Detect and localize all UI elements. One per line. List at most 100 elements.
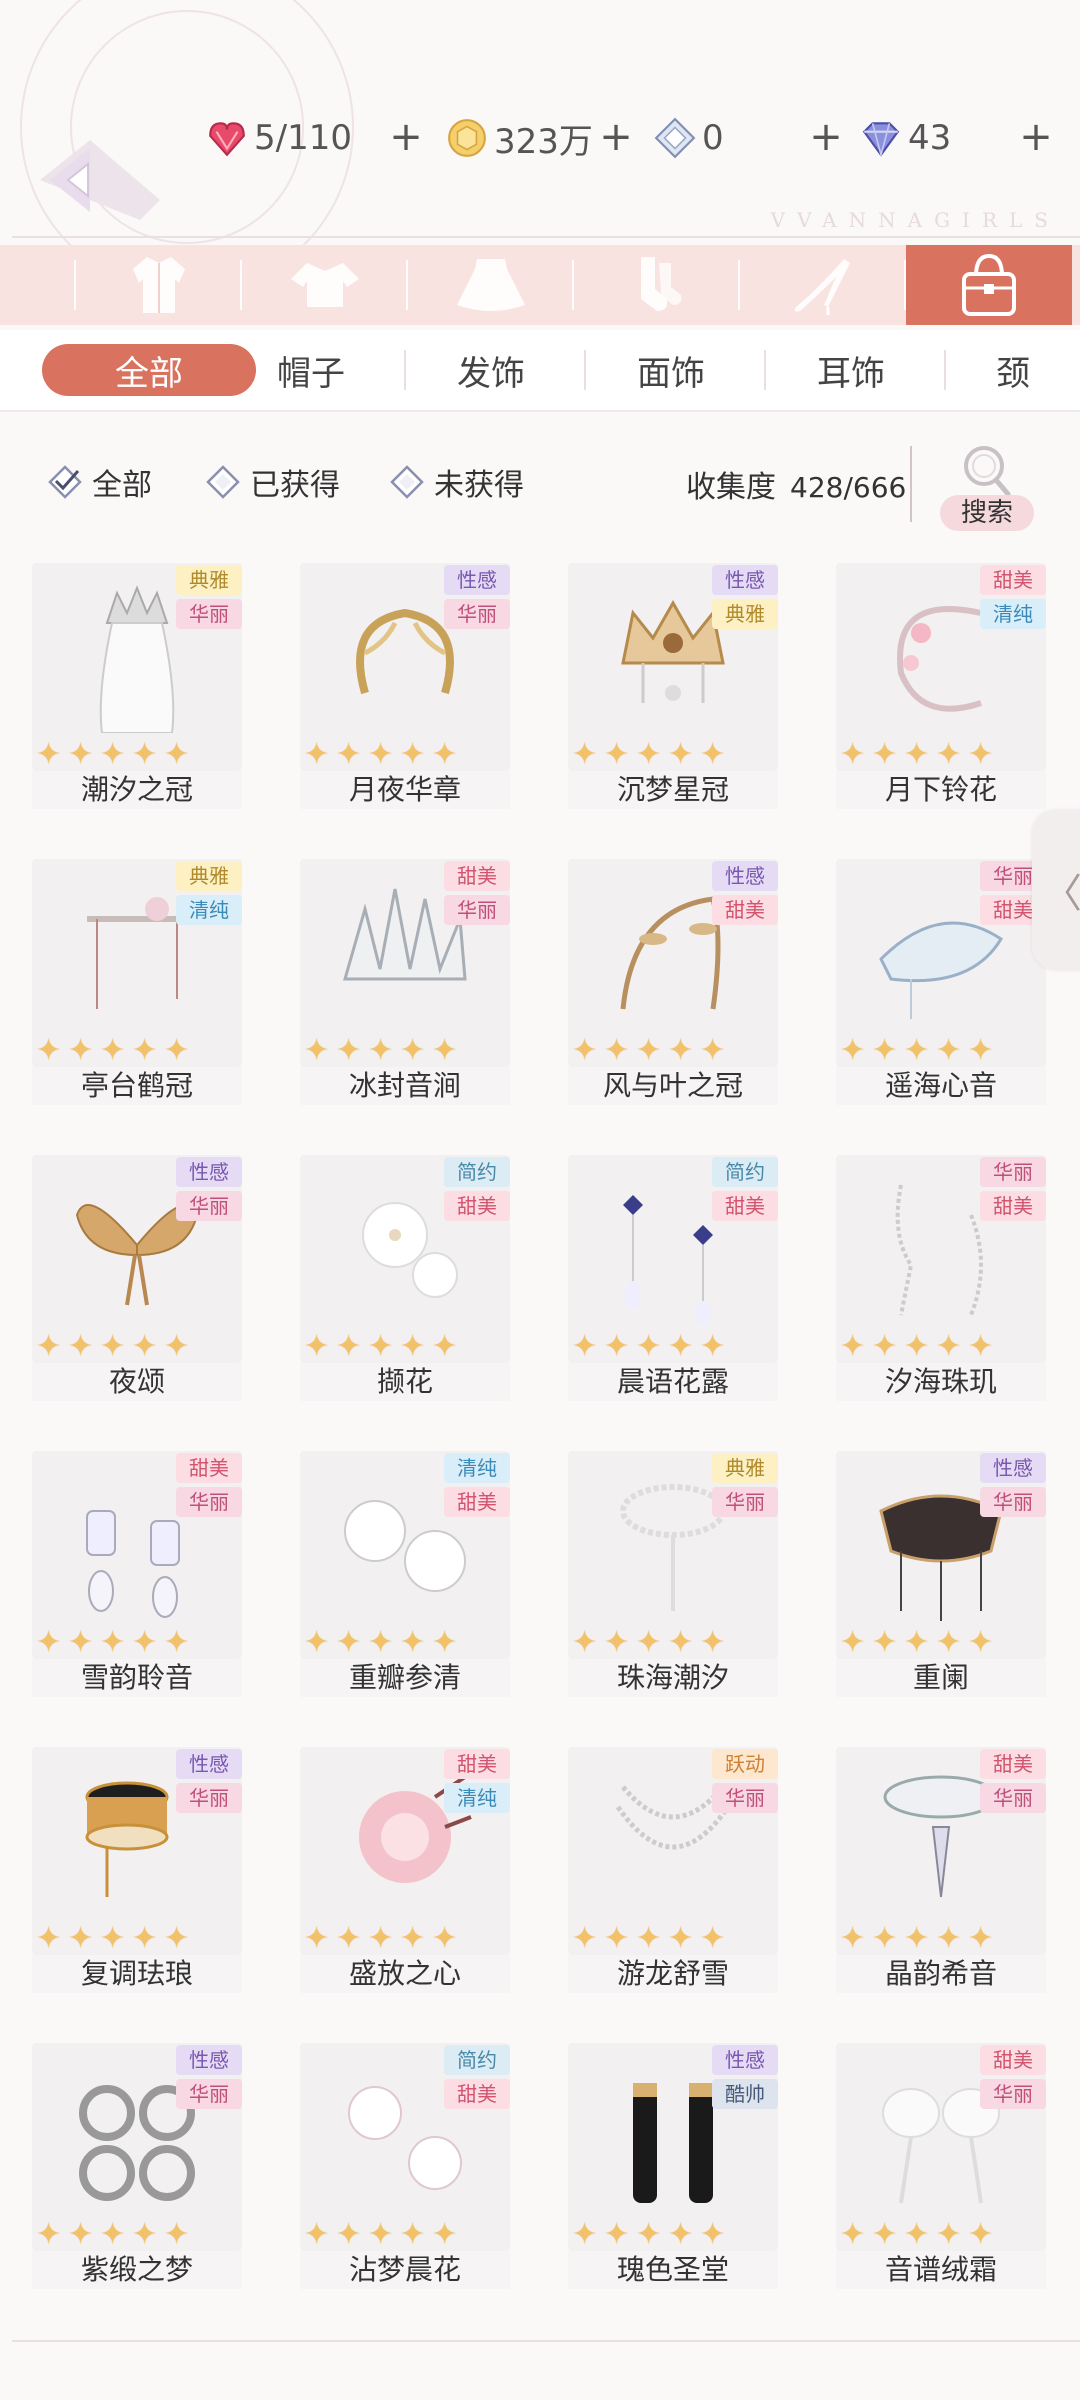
- add-stamina-button[interactable]: +: [386, 112, 426, 162]
- item-card[interactable]: 简约 甜美 ✦ ✦ ✦ ✦ ✦ 沾梦晨花: [300, 2043, 510, 2289]
- star-icon: ✦: [368, 737, 394, 771]
- tab-category-partial[interactable]: [0, 245, 76, 325]
- star-icon: ✦: [700, 1921, 726, 1955]
- star-icon: ✦: [68, 1921, 94, 1955]
- item-card[interactable]: 性感 华丽 ✦ ✦ ✦ ✦ ✦ 重阑: [836, 1451, 1046, 1697]
- stamina-counter: 5/110: [206, 108, 352, 168]
- item-card[interactable]: 性感 典雅 ✦ ✦ ✦ ✦ ✦ 沉梦星冠: [568, 563, 778, 809]
- tab-accessories[interactable]: [906, 245, 1072, 325]
- star-icon: ✦: [936, 737, 962, 771]
- add-diamond-button[interactable]: +: [1016, 112, 1056, 162]
- subtab-necklaces[interactable]: 颈: [946, 344, 1076, 396]
- star-icon: ✦: [572, 1625, 598, 1659]
- item-thumbnail: 性感 华丽 ✦ ✦ ✦ ✦ ✦: [836, 1451, 1046, 1659]
- item-card[interactable]: 跃动 华丽 ✦ ✦ ✦ ✦ ✦ 游龙舒雪: [568, 1747, 778, 1993]
- style-tag: 华丽: [444, 599, 510, 629]
- item-card[interactable]: 典雅 华丽 ✦ ✦ ✦ ✦ ✦ 潮汐之冠: [32, 563, 242, 809]
- star-icon: ✦: [668, 1921, 694, 1955]
- style-tag: 性感: [176, 1157, 242, 1187]
- star-icon: ✦: [904, 1921, 930, 1955]
- item-card[interactable]: 清纯 甜美 ✦ ✦ ✦ ✦ ✦ 重瓣参清: [300, 1451, 510, 1697]
- subtab-hats[interactable]: 帽子: [226, 344, 406, 396]
- subtab-hair-accessories[interactable]: 发饰: [406, 344, 586, 396]
- star-icon: ✦: [132, 2217, 158, 2251]
- star-icon: ✦: [636, 1033, 662, 1067]
- item-thumbnail: 典雅 清纯 ✦ ✦ ✦ ✦ ✦: [32, 859, 242, 1067]
- subtab-hair-label: 发饰: [457, 353, 525, 394]
- item-card[interactable]: 性感 华丽 ✦ ✦ ✦ ✦ ✦ 紫缎之梦: [32, 2043, 242, 2289]
- subtab-face-accessories[interactable]: 面饰: [586, 344, 766, 396]
- star-icon: ✦: [572, 2217, 598, 2251]
- tab-top[interactable]: [242, 245, 408, 325]
- add-coins-button[interactable]: +: [596, 112, 636, 162]
- item-card[interactable]: 性感 华丽 ✦ ✦ ✦ ✦ ✦ 月夜华章: [300, 563, 510, 809]
- subtab-earrings[interactable]: 耳饰: [766, 344, 946, 396]
- style-tag: 华丽: [712, 1487, 778, 1517]
- tab-shoes[interactable]: [740, 245, 906, 325]
- rarity-stars: ✦ ✦ ✦ ✦ ✦: [304, 1329, 462, 1363]
- filter-obtained[interactable]: 已获得: [206, 456, 340, 508]
- item-card[interactable]: 性感 华丽 ✦ ✦ ✦ ✦ ✦ 夜颂: [32, 1155, 242, 1401]
- diamond-counter: 43: [860, 108, 951, 168]
- item-name: 复调珐琅: [32, 1955, 242, 1993]
- diamond-icon: [862, 122, 900, 158]
- star-icon: ✦: [700, 1625, 726, 1659]
- tab-skirt[interactable]: [408, 245, 574, 325]
- tab-coat[interactable]: [76, 245, 242, 325]
- star-icon: ✦: [68, 2217, 94, 2251]
- item-card[interactable]: 甜美 华丽 ✦ ✦ ✦ ✦ ✦ 音谱绒霜: [836, 2043, 1046, 2289]
- item-card[interactable]: 华丽 甜美 ✦ ✦ ✦ ✦ ✦ 汐海珠玑: [836, 1155, 1046, 1401]
- star-icon: ✦: [336, 737, 362, 771]
- rarity-stars: ✦ ✦ ✦ ✦ ✦: [36, 737, 194, 771]
- item-card[interactable]: 性感 甜美 ✦ ✦ ✦ ✦ ✦ 风与叶之冠: [568, 859, 778, 1105]
- add-crystal-button[interactable]: +: [806, 112, 846, 162]
- item-name: 亭台鹤冠: [32, 1067, 242, 1105]
- style-tag: 典雅: [712, 599, 778, 629]
- item-card[interactable]: 性感 酷帅 ✦ ✦ ✦ ✦ ✦ 瑰色圣堂: [568, 2043, 778, 2289]
- item-card[interactable]: 甜美 华丽 ✦ ✦ ✦ ✦ ✦ 晶韵希音: [836, 1747, 1046, 1993]
- star-icon: ✦: [840, 1921, 866, 1955]
- star-icon: ✦: [432, 1625, 458, 1659]
- star-icon: ✦: [368, 1329, 394, 1363]
- rarity-stars: ✦ ✦ ✦ ✦ ✦: [572, 1033, 730, 1067]
- search-button[interactable]: 搜索: [940, 495, 1034, 531]
- item-name: 晶韵希音: [836, 1955, 1046, 1993]
- style-tag: 简约: [444, 1157, 510, 1187]
- star-icon: ✦: [872, 1625, 898, 1659]
- star-icon: ✦: [68, 737, 94, 771]
- star-icon: ✦: [840, 1033, 866, 1067]
- star-icon: ✦: [840, 1329, 866, 1363]
- stamina-value: 5/110: [254, 118, 352, 158]
- side-panel-handle[interactable]: 〈: [1032, 810, 1080, 970]
- checkbox-icon: [206, 465, 240, 499]
- star-icon: ✦: [968, 737, 994, 771]
- item-card[interactable]: 简约 甜美 ✦ ✦ ✦ ✦ ✦ 晨语花露: [568, 1155, 778, 1401]
- style-tag: 性感: [980, 1453, 1046, 1483]
- item-card[interactable]: 甜美 华丽 ✦ ✦ ✦ ✦ ✦ 雪韵聆音: [32, 1451, 242, 1697]
- style-tag: 性感: [176, 1749, 242, 1779]
- item-card[interactable]: 华丽 甜美 ✦ ✦ ✦ ✦ ✦ 遥海心音: [836, 859, 1046, 1105]
- item-thumbnail: 华丽 甜美 ✦ ✦ ✦ ✦ ✦: [836, 1155, 1046, 1363]
- style-tag: 华丽: [176, 2079, 242, 2109]
- back-arrow-icon[interactable]: [30, 130, 170, 230]
- item-card[interactable]: 典雅 华丽 ✦ ✦ ✦ ✦ ✦ 珠海潮汐: [568, 1451, 778, 1697]
- rarity-stars: ✦ ✦ ✦ ✦ ✦: [304, 1924, 462, 1954]
- item-card[interactable]: 简约 甜美 ✦ ✦ ✦ ✦ ✦ 撷花: [300, 1155, 510, 1401]
- item-thumbnail: 性感 酷帅 ✦ ✦ ✦ ✦ ✦: [568, 2043, 778, 2251]
- checkbox-icon: [390, 465, 424, 499]
- item-card[interactable]: 甜美 华丽 ✦ ✦ ✦ ✦ ✦ 冰封音涧: [300, 859, 510, 1105]
- item-card[interactable]: 性感 华丽 ✦ ✦ ✦ ✦ ✦ 复调珐琅: [32, 1747, 242, 1993]
- item-thumbnail: 性感 甜美 ✦ ✦ ✦ ✦ ✦: [568, 859, 778, 1067]
- subtab-all[interactable]: 全部: [42, 344, 256, 396]
- tab-socks[interactable]: [574, 245, 740, 325]
- item-name: 潮汐之冠: [32, 771, 242, 809]
- item-card[interactable]: 典雅 清纯 ✦ ✦ ✦ ✦ ✦ 亭台鹤冠: [32, 859, 242, 1105]
- item-card[interactable]: 甜美 清纯 ✦ ✦ ✦ ✦ ✦ 盛放之心: [300, 1747, 510, 1993]
- filter-not-obtained[interactable]: 未获得: [390, 456, 524, 508]
- rarity-stars: ✦ ✦ ✦ ✦ ✦: [572, 1921, 730, 1955]
- item-card[interactable]: 甜美 清纯 ✦ ✦ ✦ ✦ ✦ 月下铃花: [836, 563, 1046, 809]
- filter-all[interactable]: 全部: [48, 456, 152, 508]
- coin-icon: [448, 119, 486, 157]
- item-thumbnail: 性感 华丽 ✦ ✦ ✦ ✦ ✦: [32, 2043, 242, 2251]
- rarity-stars: ✦ ✦ ✦ ✦ ✦: [840, 2220, 998, 2250]
